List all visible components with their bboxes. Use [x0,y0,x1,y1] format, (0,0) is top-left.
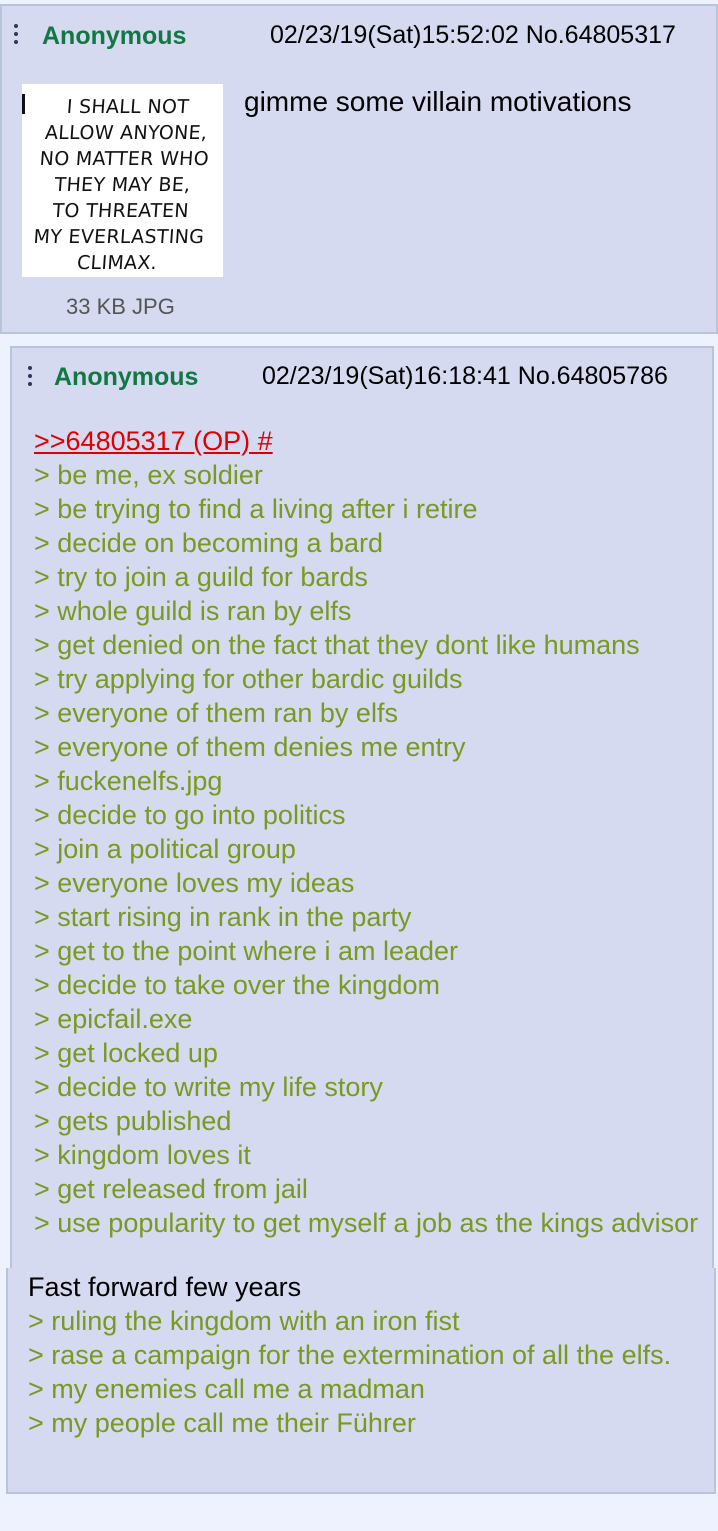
greentext-line: > fuckenelfs.jpg [34,766,223,796]
greentext-line: > gets published [34,1106,232,1136]
greentext-line: > be trying to find a living after i ret… [34,494,478,524]
greentext-line: > decide on becoming a bard [34,528,383,558]
poster-name: Anonymous [54,363,199,391]
post-body: >>64805317 (OP) # > be me, ex soldier > … [34,424,710,1240]
reply-post-continuation: Fast forward few years > ruling the king… [6,1268,716,1494]
poster-name: Anonymous [42,22,187,50]
greentext-line: > get released from jail [34,1174,308,1204]
greentext-line: > ruling the kingdom with an iron fist [28,1306,460,1336]
greentext-line: > use popularity to get myself a job as … [34,1208,699,1238]
post-header-meta: 02/23/19(Sat)15:52:02 No.64805317 [270,21,676,50]
op-post: Anonymous 02/23/19(Sat)15:52:02 No.64805… [0,4,718,334]
greentext-line: > get denied on the fact that they dont … [34,630,640,660]
greentext-line: > epicfail.exe [34,1004,193,1034]
image-caption-text: I SHALL NOT ALLOW ANYONE, NO MATTER WHO … [32,96,210,274]
greentext-line: > everyone of them ran by elfs [34,698,398,728]
image-mark [22,94,25,114]
greentext-line: > join a political group [34,834,296,864]
greentext-line: > everyone of them denies me entry [34,732,466,762]
greentext-line: > be me, ex soldier [34,460,263,490]
greentext-line: > my enemies call me a madman [28,1374,425,1404]
post-body: gimme some villain motivations [244,86,632,117]
greentext-line: > get locked up [34,1038,218,1068]
greentext-line: > everyone loves my ideas [34,868,355,898]
greentext-line: > kingdom loves it [34,1140,251,1170]
greentext-line: > start rising in rank in the party [34,902,412,932]
greentext-line: > decide to go into politics [34,800,346,830]
post-menu-icon[interactable] [14,24,20,48]
post-datetime: 02/23/19(Sat)16:18:41 [262,362,511,390]
greentext-line: > decide to take over the kingdom [34,970,441,1000]
post-number[interactable]: No.64805786 [518,362,668,390]
post-datetime: 02/23/19(Sat)15:52:02 [270,21,519,49]
reply-post: Anonymous 02/23/19(Sat)16:18:41 No.64805… [10,346,714,1268]
quote-link[interactable]: >>64805317 (OP) # [34,424,710,458]
post-body-continuation: Fast forward few years > ruling the king… [28,1270,708,1440]
greentext-line: > rase a campaign for the extermination … [28,1340,672,1370]
post-header-meta: 02/23/19(Sat)16:18:41 No.64805786 [262,362,668,391]
greentext-line: > get to the point where i am leader [34,936,459,966]
file-info: 33 KB JPG [66,294,175,319]
post-image-thumbnail[interactable]: I SHALL NOT ALLOW ANYONE, NO MATTER WHO … [22,84,223,277]
post-number[interactable]: No.64805317 [526,21,676,49]
greentext-line: > try to join a guild for bards [34,562,368,592]
greentext-line: > try applying for other bardic guilds [34,664,463,694]
plain-text-line: Fast forward few years [28,1272,302,1302]
greentext-line: > whole guild is ran by elfs [34,596,352,626]
greentext-line: > decide to write my life story [34,1072,383,1102]
post-menu-icon[interactable] [28,366,34,390]
greentext-line: > my people call me their Führer [28,1408,416,1438]
